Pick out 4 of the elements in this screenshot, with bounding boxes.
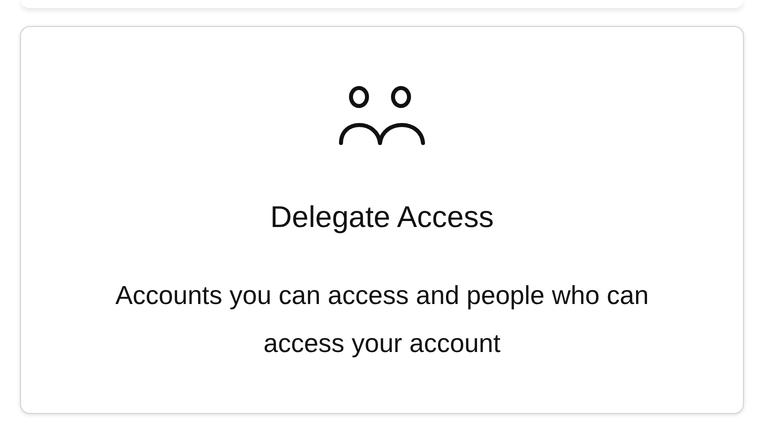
card-title: Delegate Access [270, 200, 494, 236]
people-icon [337, 85, 427, 147]
card-description: Accounts you can access and people who can access your account [114, 279, 650, 360]
delegate-access-card[interactable]: Delegate Access Accounts you can access and people who can access your account [20, 26, 744, 414]
